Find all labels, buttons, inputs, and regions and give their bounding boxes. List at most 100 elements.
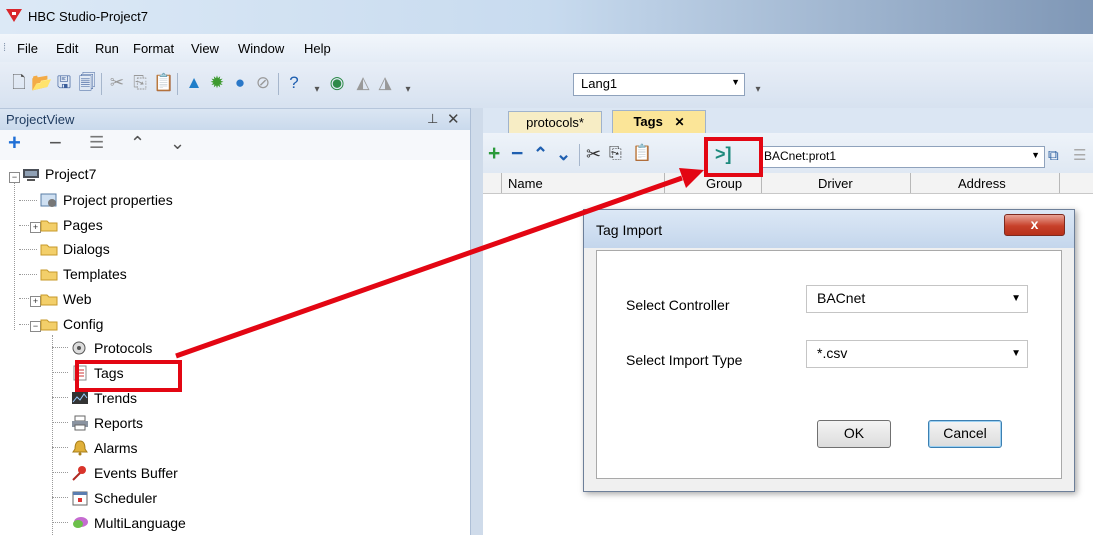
select-import-type-label: Select Import Type [626,352,743,368]
move-down-icon[interactable]: ⌄ [556,143,571,165]
cut-icon[interactable]: ✂ [107,73,127,93]
move-down-icon[interactable]: ⌄ [170,132,185,154]
menu-help[interactable]: Help [304,41,331,56]
tree-item-dialogs[interactable]: Dialogs [40,238,110,260]
copy-icon[interactable]: ⎘ [609,143,622,165]
stop-icon[interactable]: ⊘ [253,73,273,93]
move-up-icon[interactable]: ⌃ [130,132,145,154]
panel-splitter[interactable] [470,108,484,535]
project-view-header: ProjectView ⊥ ✕ [0,108,470,131]
tree-item-config[interactable]: Config [40,313,103,335]
tree-item-scheduler[interactable]: Scheduler [71,487,157,509]
tree-item-multilanguage[interactable]: MultiLanguage [71,512,186,534]
speech-bubble-icon [73,517,88,528]
toolbar-separator [579,144,580,166]
import-type-select[interactable]: *.csv ▼ [806,340,1028,368]
cancel-button[interactable]: Cancel [928,420,1002,448]
menu-edit[interactable]: Edit [56,41,78,56]
app-logo-icon [6,9,22,22]
language-select[interactable]: Lang1 ▼ [573,73,745,96]
tab-tags[interactable]: Tags ✕ [612,110,706,133]
tree-item-label: Trends [94,390,138,406]
tree-item-project-properties[interactable]: Project properties [40,189,173,211]
tree-item-label: Project7 [45,166,97,182]
column-header-address[interactable]: Address [958,176,1006,191]
tree-item-alarms[interactable]: Alarms [71,437,138,459]
menu-format[interactable]: Format [133,41,174,56]
filter-icon[interactable]: ⧉ [1048,145,1059,167]
alarm-bell-icon [72,440,88,456]
add-tag-icon[interactable]: + [488,143,500,165]
menu-bar: ⁞ File Edit Run Format View Window Help [0,34,1093,62]
menu-window[interactable]: Window [238,41,284,56]
tree-item-templates[interactable]: Templates [40,263,127,285]
tree-item-project[interactable]: Project7 [22,163,96,185]
tree-item-label: Dialogs [63,241,110,257]
chevron-down-icon: ▼ [1031,150,1040,160]
build-icon[interactable]: ▲ [184,73,204,93]
chevron-down-icon: ▼ [1011,293,1021,304]
project-view-title: ProjectView [6,112,75,127]
project-view-toolbar: + − ☰ ⌃ ⌄ [0,130,470,160]
cut-icon[interactable]: ✂ [586,143,601,165]
column-header-group[interactable]: Group [706,176,742,191]
column-header-name[interactable]: Name [508,176,543,191]
properties-icon [40,193,57,207]
printer-icon [72,415,88,431]
copy-icon[interactable]: ⎘ [130,73,150,93]
menu-view[interactable]: View [191,41,219,56]
menu-run[interactable]: Run [95,41,119,56]
toolbar-overflow-icon[interactable]: ▾ [398,80,418,100]
tree-item-label: Scheduler [94,490,158,506]
tree-item-label: Pages [63,217,103,233]
save-icon[interactable]: 🖫 [54,73,74,93]
pin-icon[interactable]: ⊥ [427,111,438,127]
tree-item-label: MultiLanguage [94,515,186,531]
controller-select[interactable]: BACnet ▼ [806,285,1028,313]
close-panel-icon[interactable]: ✕ [447,110,460,128]
new-file-icon[interactable]: 🗋 [9,73,29,93]
open-folder-icon[interactable]: 📂 [31,73,52,93]
more-options-icon[interactable]: ☰ [1073,145,1086,167]
close-tab-icon[interactable]: ✕ [674,115,684,129]
protocols-icon [72,341,86,355]
tree-item-protocols[interactable]: Protocols [71,337,152,359]
ok-button[interactable]: OK [817,420,891,448]
debug-icon[interactable]: ✹ [207,73,227,93]
protocol-select[interactable]: BACnet:prot1 ▼ [759,146,1045,168]
events-pin-icon [72,466,86,481]
add-icon[interactable]: + [8,132,21,154]
tree-item-label: Alarms [94,440,138,456]
chevron-down-icon: ▼ [731,77,740,87]
move-up-icon[interactable]: ⌃ [533,143,548,165]
toolbar-overflow-icon[interactable]: ▾ [748,80,768,100]
remove-tag-icon[interactable]: − [511,143,523,165]
properties-icon[interactable]: ☰ [89,132,104,154]
globe-icon[interactable]: ◉ [327,73,347,93]
tree-item-reports[interactable]: Reports [71,412,143,434]
save-all-icon[interactable]: 🗐 [77,73,97,93]
menu-file[interactable]: File [17,41,38,56]
computer-icon [23,169,39,181]
remove-icon[interactable]: − [49,132,62,154]
toolbar-overflow-icon[interactable]: ▾ [307,80,327,100]
tab-label: Tags [633,114,663,129]
tree-item-web[interactable]: Web [40,288,92,310]
tree-item-events-buffer[interactable]: Events Buffer [71,462,178,484]
navigate-forward-icon[interactable]: ◮ [375,73,395,93]
tree-item-pages[interactable]: Pages [40,214,103,236]
run-icon[interactable]: ● [230,73,250,93]
column-header-driver[interactable]: Driver [818,176,853,191]
help-icon[interactable]: ? [284,73,304,93]
tree-item-label: Templates [63,266,127,282]
protocol-select-value: BACnet:prot1 [764,149,837,163]
navigate-back-icon[interactable]: ◭ [353,73,373,93]
toolbar-separator [101,73,102,95]
folder-icon [40,269,58,281]
tree-item-label: Web [63,291,92,307]
tab-protocols[interactable]: protocols* [508,111,602,134]
collapse-icon[interactable]: − [9,172,20,183]
paste-icon[interactable]: 📋 [632,143,652,165]
paste-icon[interactable]: 📋 [153,73,174,93]
dialog-close-button[interactable]: x [1004,214,1065,236]
